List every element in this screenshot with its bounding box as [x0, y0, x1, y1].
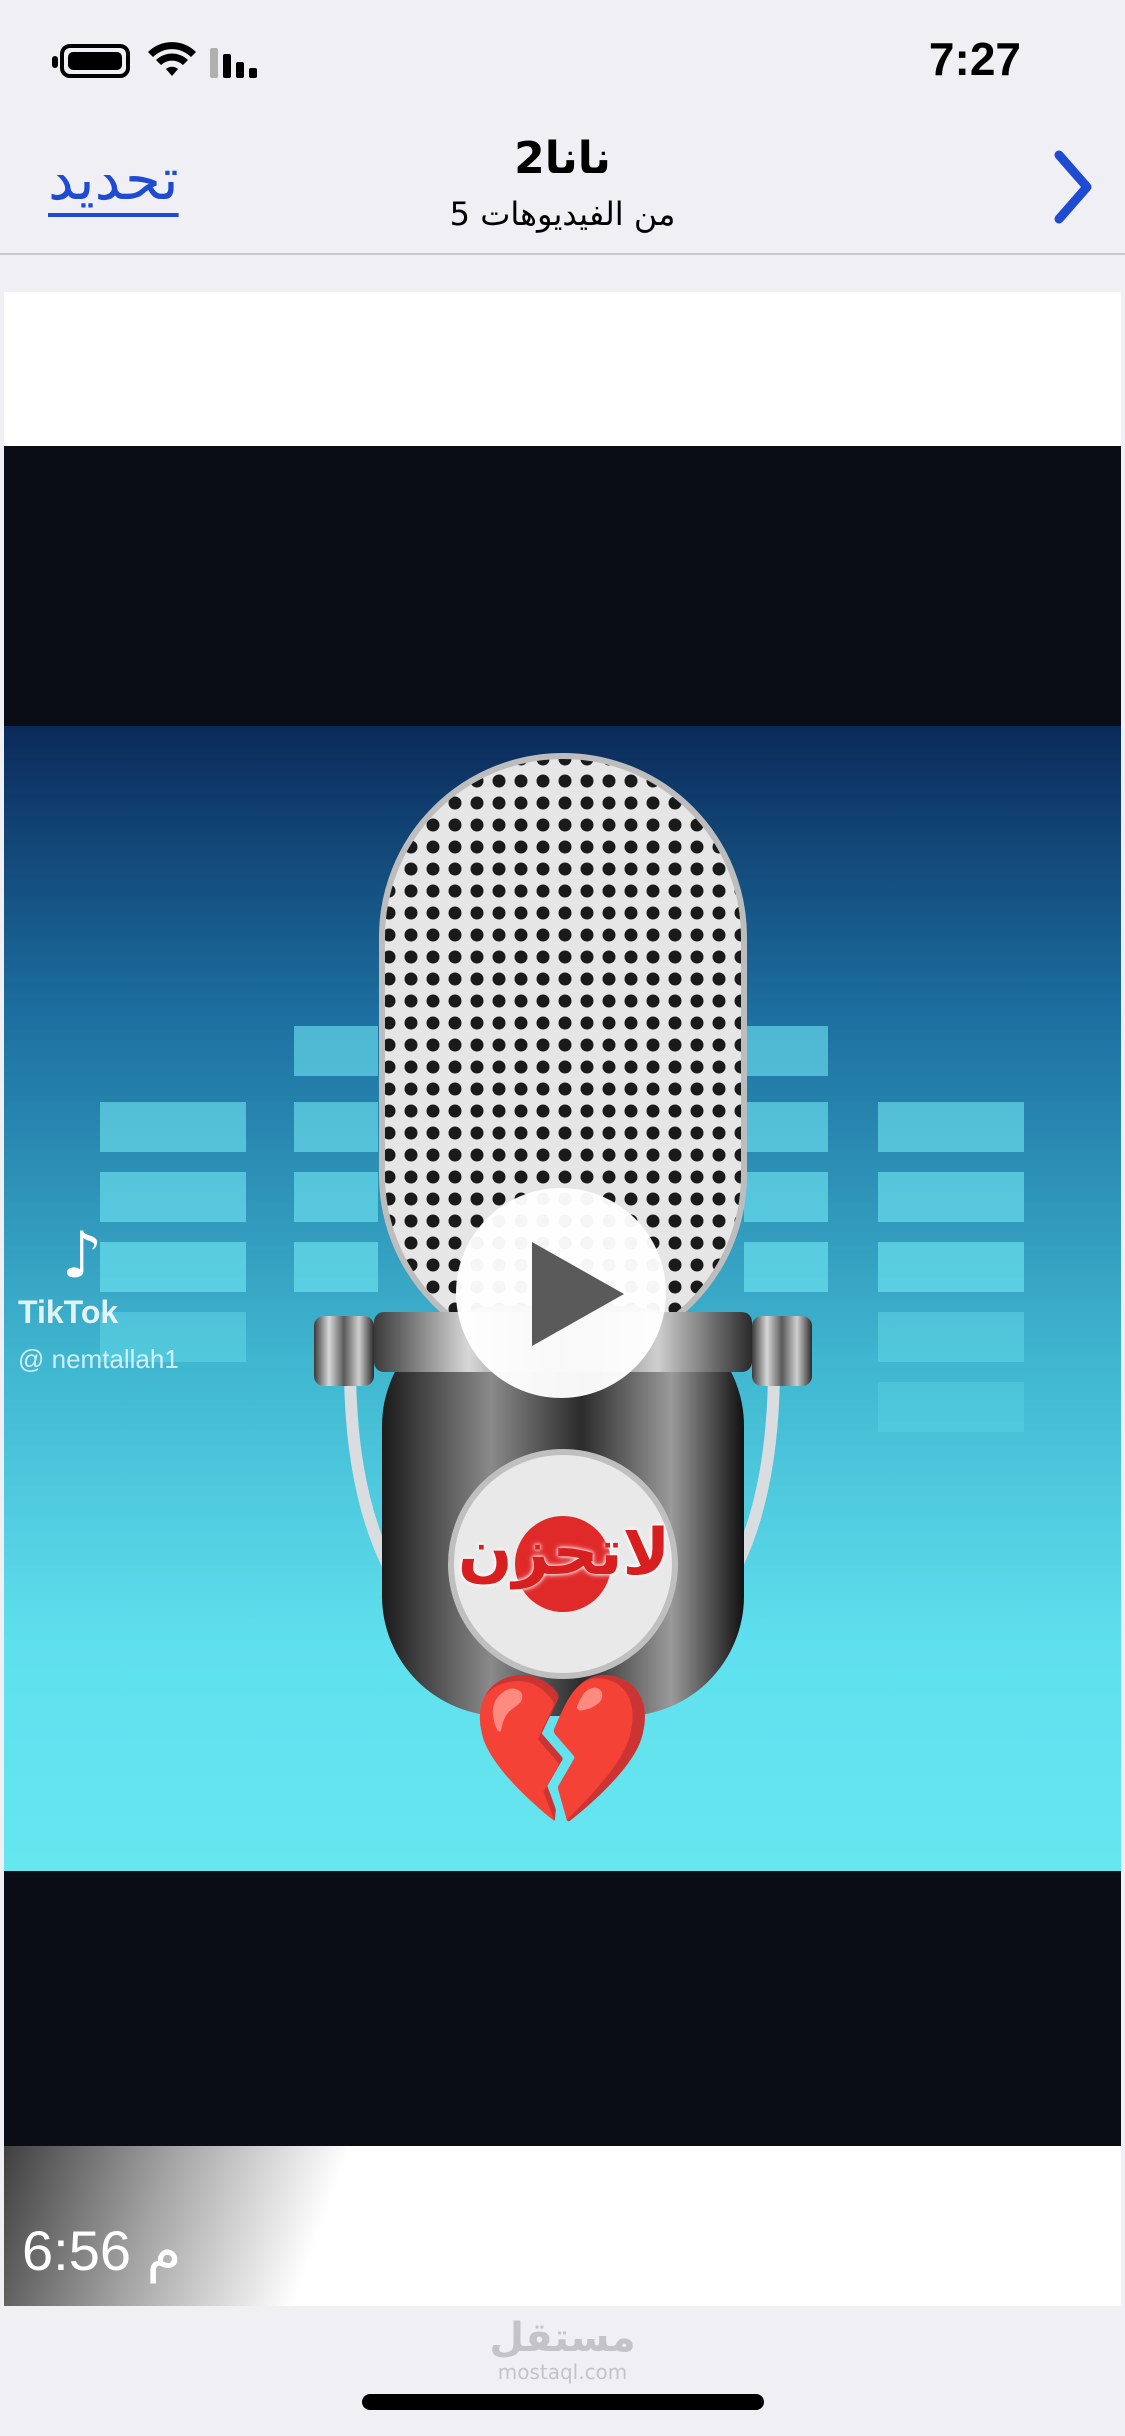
home-indicator[interactable] — [362, 2394, 764, 2410]
tiktok-username: @ nemtallah1 — [18, 1344, 179, 1374]
cellular-signal-icon — [210, 48, 257, 78]
watermark-arabic: مستقل — [489, 2315, 636, 2361]
tiktok-label: TikTok — [18, 1294, 119, 1330]
video-timestamp: 6:56 م — [22, 2219, 182, 2282]
tiktok-icon: ♪ — [61, 1219, 103, 1293]
album-title: نانا2 — [514, 133, 611, 184]
site-watermark: مستقل mostaql.com — [0, 2316, 1125, 2384]
status-time: 7:27 — [928, 33, 1021, 85]
chevron-right-icon[interactable] — [1049, 147, 1097, 227]
watermark-english: mostaql.com — [497, 2360, 628, 2384]
video-card[interactable]: ♪ TikTok @ nemtallah1 لاتحزن 💔 6:56 م — [4, 292, 1121, 2306]
overlay-text: لاتحزن — [457, 1516, 671, 1590]
broken-heart-icon: 💔 — [469, 1664, 656, 1838]
video-count: 5 من الفيديوهات — [449, 195, 676, 233]
video-thumbnail[interactable]: ♪ TikTok @ nemtallah1 لاتحزن 💔 — [4, 446, 1121, 2146]
status-bar: 7:27 — [0, 0, 1125, 125]
wifi-icon — [148, 42, 196, 76]
navigation-bar: تحديد نانا2 5 من الفيديوهات — [0, 125, 1125, 255]
battery-icon — [52, 44, 130, 78]
play-icon — [532, 1242, 624, 1346]
play-button[interactable] — [456, 1188, 666, 1398]
